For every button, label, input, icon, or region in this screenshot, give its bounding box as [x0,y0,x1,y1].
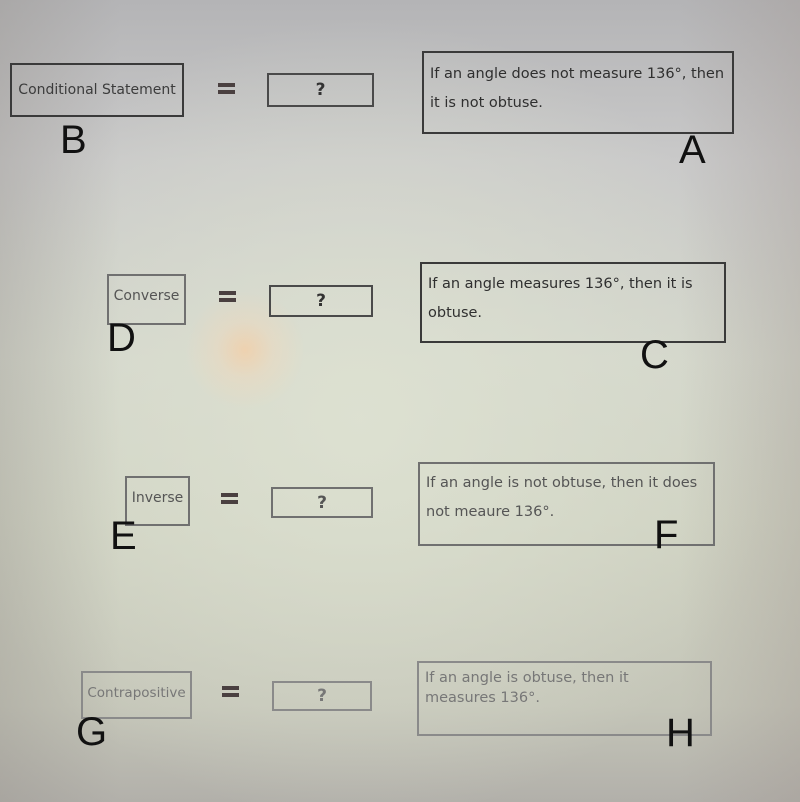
annotation-letter-e: E [110,514,137,558]
term-label: Inverse [131,490,184,506]
term-box-conditional-statement: Conditional Statement [10,63,184,117]
answer-placeholder: ? [315,80,326,100]
answer-dropzone-contrapositive[interactable]: ? [272,681,372,711]
statement-card-c[interactable]: If an angle measures 136°, then it is ob… [420,262,726,343]
equals-sign [219,291,236,302]
equals-sign [221,493,238,504]
annotation-letter-g: G [76,710,108,754]
answer-placeholder: ? [317,492,327,513]
annotation-letter-d: D [107,316,136,360]
equals-sign [218,83,235,94]
equals-sign [222,686,239,697]
term-label: Contrapositive [87,685,186,701]
statement-text: If an angle measures 136°, then it is ob… [428,276,693,321]
annotation-letter-f: F [654,513,679,557]
answer-dropzone-inverse[interactable]: ? [271,487,373,518]
answer-dropzone-converse[interactable]: ? [269,285,373,317]
annotation-letter-b: B [60,118,87,162]
statement-text: If an angle is obtuse, then it measures … [425,670,629,706]
annotation-letter-a: A [679,128,706,172]
answer-placeholder: ? [316,291,326,311]
term-label: Conditional Statement [18,82,176,98]
answer-dropzone-conditional[interactable]: ? [267,73,374,107]
term-label: Converse [113,288,180,304]
statement-card-a[interactable]: If an angle does not measure 136°, then … [422,51,734,134]
annotation-letter-h: H [666,711,695,755]
statement-text: If an angle does not measure 136°, then … [430,66,725,111]
answer-placeholder: ? [317,686,327,706]
annotation-letter-c: C [640,333,669,377]
